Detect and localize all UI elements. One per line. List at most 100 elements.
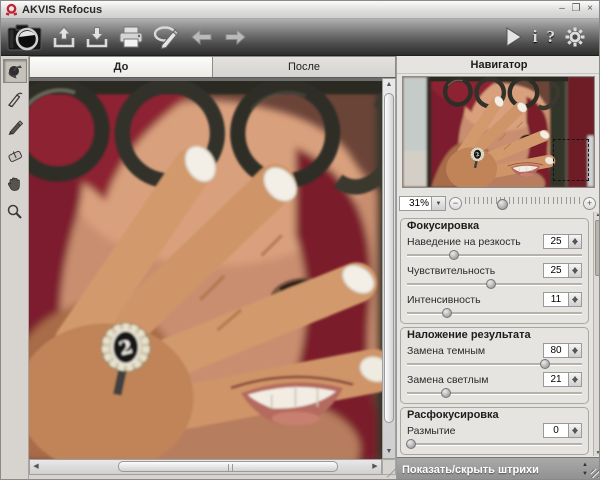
blur-slider[interactable] [407,439,582,449]
print-icon[interactable] [118,22,144,52]
status-scroll-icons[interactable]: ▲▼ [580,461,590,479]
param-blur: Размытие [407,422,582,449]
resize-grip[interactable] [590,460,600,480]
sensitivity-value-input[interactable] [543,263,569,278]
help-icon[interactable]: ? [547,22,556,52]
zoom-in-button[interactable]: + [583,197,596,210]
intensity-spinner[interactable] [569,292,582,307]
status-text: Показать/скрыть штрихи [397,464,580,476]
close-button[interactable]: × [583,3,597,16]
navigator-thumbnail[interactable] [402,76,595,188]
defocus-group-title: Расфокусировка [407,409,582,421]
slider-thumb[interactable] [540,359,550,369]
settings-gear-icon[interactable] [564,22,586,52]
light-replace-slider[interactable] [407,388,582,398]
canvas-vertical-scrollbar[interactable]: ▲ ▼ [382,78,396,459]
zoom-slider[interactable] [465,195,580,211]
sharpness-slider[interactable] [407,250,582,260]
dark-replace-spinner[interactable] [569,343,582,358]
defocus-group: Расфокусировка Размытие [400,407,589,455]
settings-scroll-thumb[interactable] [595,220,600,276]
blend-group-title: Наложение результата [407,329,582,341]
tab-before[interactable]: До [29,56,213,77]
param-sensitivity: Чувствительность [407,262,582,289]
slider-thumb[interactable] [442,308,452,318]
window-title: AKVIS Refocus [22,4,555,16]
vertical-scroll-thumb[interactable] [384,93,394,423]
run-icon[interactable] [504,22,524,52]
tab-after[interactable]: После [213,56,396,77]
settings-scroll-down-icon[interactable]: ▼ [594,450,600,456]
save-image-icon[interactable] [85,22,109,52]
app-window: AKVIS Refocus – ❐ × [0,0,600,480]
param-label: Замена темным [407,345,543,357]
hand-tool[interactable] [3,171,27,195]
navigator-title: Навигатор [397,56,600,74]
navigator-view-rectangle[interactable] [553,139,589,181]
title-bar[interactable]: AKVIS Refocus – ❐ × [1,1,600,19]
zoom-out-button[interactable]: − [449,197,462,210]
slider-thumb[interactable] [441,388,451,398]
param-label: Размытие [407,425,543,437]
sharpness-spinner[interactable] [569,234,582,249]
param-label: Интенсивность [407,294,543,306]
intensity-slider[interactable] [407,308,582,318]
scroll-left-icon[interactable]: ◀ [30,461,42,473]
zoom-slider-thumb[interactable] [497,199,508,210]
slider-thumb[interactable] [486,279,496,289]
sharpness-value-input[interactable] [543,234,569,249]
scroll-up-icon[interactable]: ▲ [383,79,395,91]
sensitivity-slider[interactable] [407,279,582,289]
zoom-value-input[interactable] [399,196,432,211]
intensity-value-input[interactable] [543,292,569,307]
param-intensity: Интенсивность [407,291,582,318]
camera-icon[interactable] [7,22,43,52]
maximize-button[interactable]: ❐ [569,3,583,16]
horizontal-scroll-thumb[interactable] [118,461,338,472]
settings-scroll-up-icon[interactable]: ▲ [594,212,600,218]
scroll-right-icon[interactable]: ▶ [369,461,381,473]
status-bar: Показать/скрыть штрихи ▲▼ [397,457,600,480]
pen-tool[interactable] [3,87,27,111]
scroll-down-icon[interactable]: ▼ [383,446,395,458]
settings-panel: Фокусировка Наведение на резкость Чувств… [399,216,590,480]
open-image-icon[interactable] [52,22,76,52]
minimize-button[interactable]: – [555,3,569,16]
light-replace-spinner[interactable] [569,372,582,387]
dark-replace-value-input[interactable] [543,343,569,358]
settings-scrollbar[interactable]: ▲ ▼ [593,212,600,456]
eraser-tool[interactable] [3,143,27,167]
dark-replace-slider[interactable] [407,359,582,369]
focus-group: Фокусировка Наведение на резкость Чувств… [400,218,589,324]
right-panel: Навигатор ▼ − + Фокусировка Наведение на… [396,56,600,480]
param-label: Чувствительность [407,265,543,277]
zoom-tool[interactable] [3,199,27,223]
marker-tool[interactable] [3,115,27,139]
param-label: Наведение на резкость [407,236,543,248]
image-canvas[interactable] [29,78,382,459]
blur-value-input[interactable] [543,423,569,438]
slider-thumb[interactable] [449,250,459,260]
slider-thumb[interactable] [406,439,416,449]
zoom-dropdown-icon[interactable]: ▼ [432,196,446,211]
scrollbar-corner [382,459,396,475]
light-replace-value-input[interactable] [543,372,569,387]
blur-spinner[interactable] [569,423,582,438]
sensitivity-spinner[interactable] [569,263,582,278]
zoom-controls: ▼ − + [399,192,599,214]
focus-group-title: Фокусировка [407,220,582,232]
arrow-forward-icon[interactable] [223,22,247,52]
main-toolbar: i ? [1,19,600,56]
blend-group: Наложение результата Замена темным Замен… [400,327,589,404]
akvis-logo-icon [5,3,18,16]
postprocess-brush-icon[interactable] [153,22,181,52]
param-dark-replace: Замена темным [407,342,582,369]
param-light-replace: Замена светлым [407,371,582,398]
focus-area-tool[interactable] [3,59,27,83]
info-icon[interactable]: i [533,22,538,52]
tool-column [1,56,29,480]
arrow-back-icon[interactable] [190,22,214,52]
zoom-ruler-ticks [465,197,580,205]
param-sharpness: Наведение на резкость [407,233,582,260]
canvas-horizontal-scrollbar[interactable]: ◀ ▶ [29,459,382,475]
